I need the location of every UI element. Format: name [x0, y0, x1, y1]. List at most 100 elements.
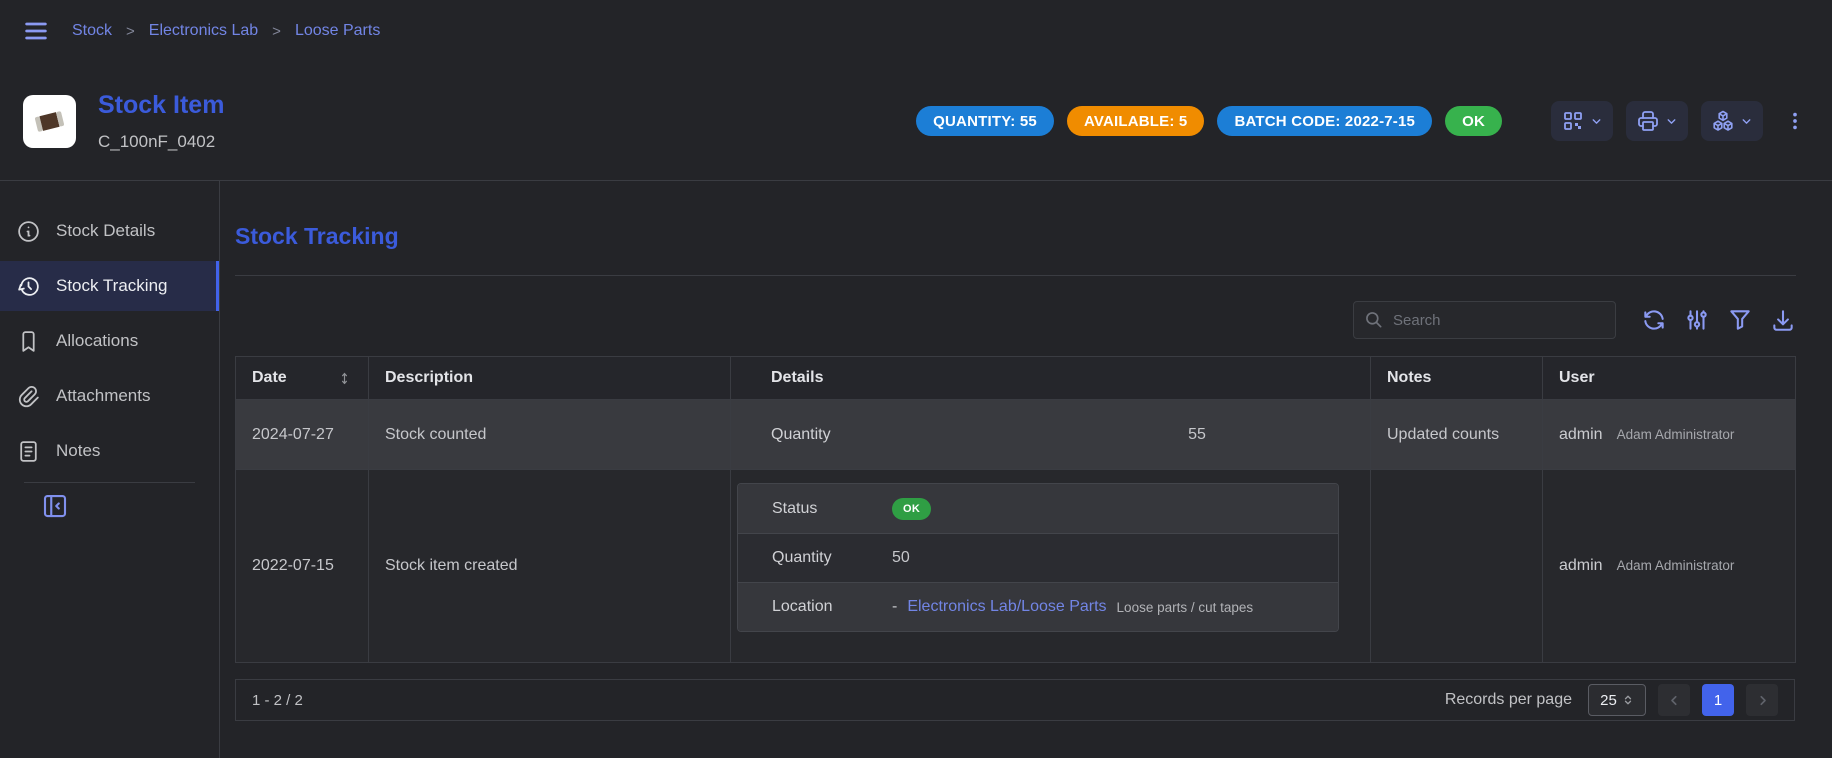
- notes-icon: [16, 439, 41, 464]
- chevron-down-icon: [1740, 115, 1753, 128]
- chevron-down-icon: [1590, 115, 1603, 128]
- detail-row-location: Location - Electronics Lab/Loose Parts L…: [738, 582, 1338, 631]
- search-icon: [1364, 310, 1384, 330]
- heading-divider: [235, 275, 1796, 276]
- paperclip-icon: [16, 384, 41, 409]
- table-toolbar: [235, 300, 1796, 340]
- page-title: Stock Item: [98, 91, 224, 120]
- detail-label: Location: [738, 598, 892, 616]
- detail-value: 55: [925, 426, 1354, 444]
- breadcrumb-separator: >: [126, 23, 135, 40]
- search-box: [1353, 301, 1616, 339]
- select-chevrons-icon: [1622, 693, 1634, 707]
- search-input[interactable]: [1393, 312, 1605, 329]
- next-page-button[interactable]: [1746, 684, 1778, 716]
- info-circle-icon: [16, 219, 41, 244]
- refresh-icon[interactable]: [1641, 307, 1667, 333]
- packages-icon: [1711, 109, 1735, 133]
- available-badge: AVAILABLE: 5: [1067, 106, 1205, 136]
- topbar: Stock > Electronics Lab > Loose Parts: [0, 0, 1832, 62]
- column-header-details[interactable]: Details: [731, 357, 1371, 400]
- main-panel: Stock Tracking: [220, 181, 1832, 758]
- cell-description: Stock counted: [369, 400, 731, 470]
- detail-label: Status: [738, 500, 892, 518]
- breadcrumb-loose-parts[interactable]: Loose Parts: [295, 22, 380, 40]
- cell-description: Stock item created: [369, 470, 731, 663]
- username: admin: [1559, 557, 1603, 575]
- detail-sub-table: Status OK Quantity 50: [737, 483, 1339, 632]
- sidebar: Stock Details Stock Tracking Allocations…: [0, 181, 220, 758]
- stock-tracking-table: Date Description Details Notes User: [235, 356, 1796, 663]
- app-root: Stock > Electronics Lab > Loose Parts St…: [0, 0, 1832, 758]
- menu-icon[interactable]: [22, 17, 50, 45]
- column-header-user[interactable]: User: [1543, 357, 1796, 400]
- printer-icon: [1636, 109, 1660, 133]
- sidebar-item-label: Stock Details: [56, 221, 155, 241]
- cell-details: Quantity 55: [731, 400, 1371, 470]
- detail-label: Quantity: [738, 549, 892, 567]
- chevron-right-icon: [1755, 693, 1770, 708]
- chevron-down-icon: [1665, 115, 1678, 128]
- cell-user: admin Adam Administrator: [1543, 400, 1796, 470]
- detail-row-quantity: Quantity 50: [738, 533, 1338, 582]
- stock-item-thumbnail[interactable]: [23, 95, 76, 148]
- table-header-row: Date Description Details Notes User: [236, 357, 1796, 400]
- record-range: 1 - 2 / 2: [252, 692, 303, 709]
- cell-notes: Updated counts: [1371, 400, 1543, 470]
- breadcrumb-stock[interactable]: Stock: [72, 22, 112, 40]
- quantity-badge: QUANTITY: 55: [916, 106, 1054, 136]
- cell-date: 2024-07-27: [236, 400, 369, 470]
- user-fullname: Adam Administrator: [1617, 558, 1735, 573]
- location-link[interactable]: Electronics Lab/Loose Parts: [907, 598, 1106, 616]
- sidebar-item-notes[interactable]: Notes: [0, 426, 219, 476]
- user-fullname: Adam Administrator: [1617, 427, 1735, 442]
- barcode-actions-button[interactable]: [1551, 101, 1613, 141]
- filter-icon[interactable]: [1727, 307, 1753, 333]
- sidebar-item-stock-tracking[interactable]: Stock Tracking: [0, 261, 219, 311]
- sidebar-divider: [24, 482, 195, 483]
- page-subtitle: C_100nF_0402: [98, 132, 224, 152]
- page-header: Stock Item C_100nF_0402 QUANTITY: 55 AVA…: [0, 62, 1832, 181]
- sidebar-item-label: Stock Tracking: [56, 276, 168, 296]
- detail-label: Quantity: [771, 426, 925, 444]
- stock-actions-button[interactable]: [1701, 101, 1763, 141]
- cell-date: 2022-07-15: [236, 470, 369, 663]
- detail-value: 50: [892, 549, 910, 567]
- qr-code-icon: [1561, 109, 1585, 133]
- history-icon: [16, 274, 41, 299]
- section-heading: Stock Tracking: [235, 223, 1796, 250]
- sidebar-item-stock-details[interactable]: Stock Details: [0, 206, 219, 256]
- status-badge: OK: [1445, 106, 1502, 136]
- column-header-notes[interactable]: Notes: [1371, 357, 1543, 400]
- detail-row-status: Status OK: [738, 484, 1338, 533]
- page-size-value: 25: [1600, 692, 1617, 709]
- column-header-description[interactable]: Description: [369, 357, 731, 400]
- download-icon[interactable]: [1770, 307, 1796, 333]
- table-row[interactable]: 2024-07-27 Stock counted Quantity 55 Upd…: [236, 400, 1796, 470]
- sidebar-item-label: Allocations: [56, 331, 138, 351]
- sort-icon[interactable]: [337, 371, 352, 386]
- chevron-left-icon: [1667, 693, 1682, 708]
- sidebar-item-attachments[interactable]: Attachments: [0, 371, 219, 421]
- page-size-select[interactable]: 25: [1588, 684, 1646, 716]
- more-options-button[interactable]: [1784, 108, 1806, 134]
- records-per-page-label: Records per page: [1445, 691, 1572, 709]
- cell-notes: [1371, 470, 1543, 663]
- cell-user: admin Adam Administrator: [1543, 470, 1796, 663]
- breadcrumb: Stock > Electronics Lab > Loose Parts: [72, 22, 380, 40]
- column-settings-icon[interactable]: [1684, 307, 1710, 333]
- page-1-button[interactable]: 1: [1702, 684, 1734, 716]
- capacitor-image: [35, 110, 65, 131]
- batch-code-badge: BATCH CODE: 2022-7-15: [1217, 106, 1432, 136]
- print-actions-button[interactable]: [1626, 101, 1688, 141]
- location-prefix: -: [892, 598, 897, 616]
- username: admin: [1559, 426, 1603, 444]
- sidebar-collapse-button[interactable]: [40, 491, 70, 521]
- column-header-date[interactable]: Date: [236, 357, 369, 400]
- sidebar-item-allocations[interactable]: Allocations: [0, 316, 219, 366]
- table-row[interactable]: 2022-07-15 Stock item created Status OK: [236, 470, 1796, 663]
- status-ok-badge: OK: [892, 498, 931, 520]
- previous-page-button[interactable]: [1658, 684, 1690, 716]
- breadcrumb-electronics-lab[interactable]: Electronics Lab: [149, 22, 258, 40]
- location-detail: Loose parts / cut tapes: [1117, 600, 1254, 615]
